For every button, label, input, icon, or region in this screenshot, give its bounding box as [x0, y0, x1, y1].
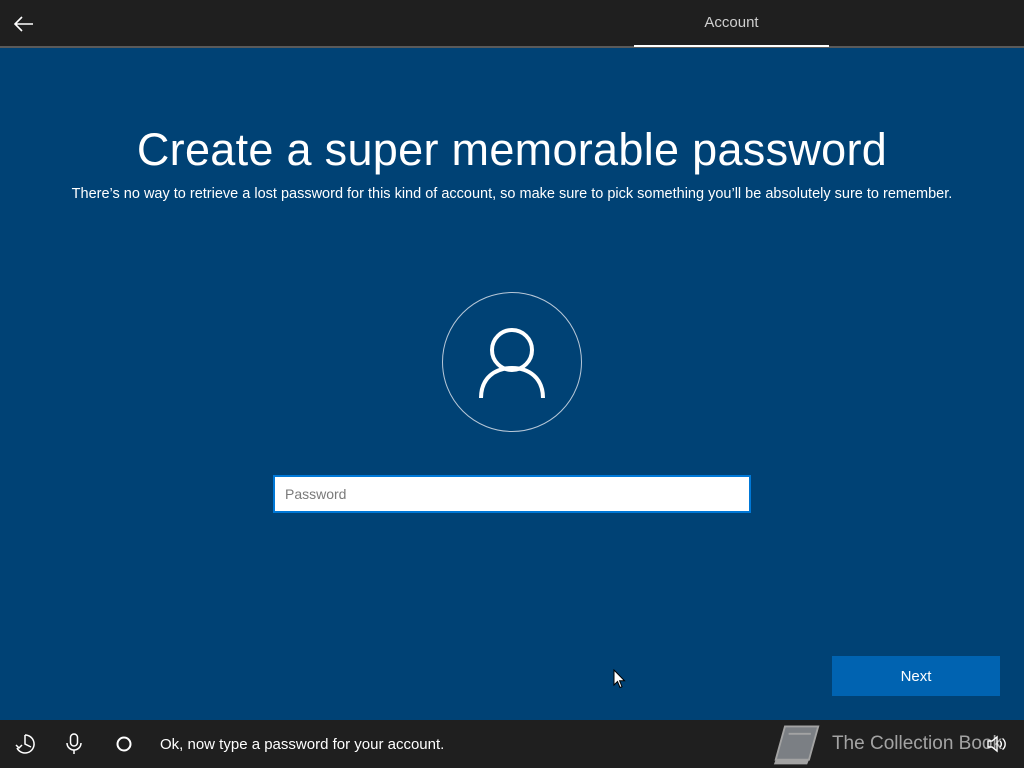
cortana-button[interactable]	[112, 732, 136, 756]
microphone-icon	[66, 733, 82, 754]
page-title: Create a super memorable password	[136, 124, 888, 175]
ease-of-access-button[interactable]	[13, 732, 37, 756]
back-button[interactable]	[8, 8, 40, 40]
password-input[interactable]	[273, 475, 751, 513]
volume-icon	[987, 735, 1006, 753]
cortana-message: Ok, now type a password for your account…	[160, 736, 445, 753]
watermark: The Collection Book	[772, 720, 1002, 768]
microphone-button[interactable]	[62, 732, 86, 756]
next-button[interactable]: Next	[832, 656, 1000, 696]
tab-account[interactable]: Account	[634, 0, 829, 47]
user-icon	[479, 328, 545, 399]
page-subtitle: There’s no way to retrieve a lost passwo…	[71, 186, 953, 202]
cortana-circle-icon	[116, 736, 132, 752]
top-bar	[0, 0, 1024, 47]
volume-button[interactable]	[985, 732, 1009, 756]
ease-of-access-icon	[15, 734, 35, 754]
back-arrow-icon	[14, 16, 33, 32]
mouse-cursor-icon	[613, 669, 626, 689]
avatar	[442, 292, 582, 432]
watermark-text: The Collection Book	[831, 733, 1002, 754]
book-icon	[773, 725, 820, 765]
top-bar-divider	[0, 46, 1024, 48]
